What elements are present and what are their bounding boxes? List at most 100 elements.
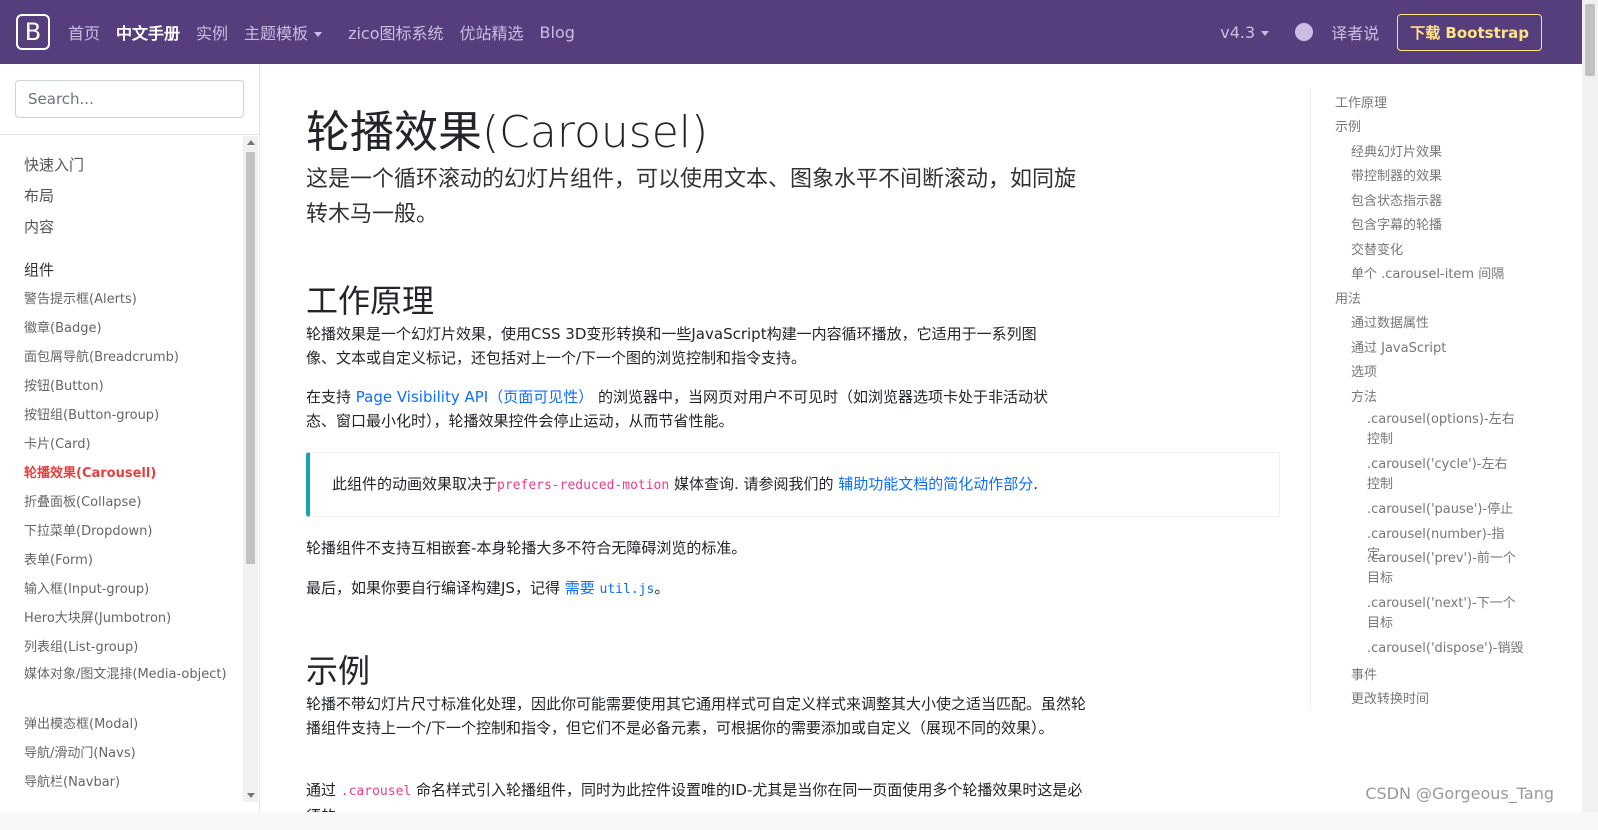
scroll-down-arrow-icon[interactable] <box>247 793 255 798</box>
sidebar-item-alerts[interactable]: 警告提示框(Alerts) <box>24 288 234 317</box>
toc-method-prev[interactable]: .carousel('prev')-前一个目标 <box>1367 549 1517 589</box>
paragraph-how-2: 在支持 Page Visibility API（页面可见性） 的浏览器中，当网页… <box>306 385 1076 433</box>
csdn-watermark: CSDN @Gorgeous_Tang <box>1365 784 1554 803</box>
nav-examples[interactable]: 实例 <box>196 20 228 44</box>
page-scrollbar-thumb[interactable] <box>1585 4 1595 76</box>
page-visibility-link[interactable]: Page Visibility API（页面可见性） <box>356 388 593 406</box>
toc-example-crossfade[interactable]: 交替变化 <box>1351 239 1403 258</box>
accessibility-link[interactable]: 辅助功能文档的简化动作部分 <box>838 475 1033 493</box>
callout-reduced-motion: 此组件的动画效果取决于prefers-reduced-motion 媒体查询. … <box>306 452 1280 517</box>
toc-usage-methods[interactable]: 方法 <box>1351 386 1377 405</box>
p6-post: 命名样式引入轮播组件，同时为此控件设置唯的ID-尤其是当你在同一页面使用多个轮播… <box>306 781 1083 812</box>
sidebar-item-collapse[interactable]: 折叠面板(Collapse) <box>24 491 234 520</box>
nav-themes-dropdown[interactable]: 主题模板 <box>244 20 323 44</box>
page-title: 轮播效果(Carousel) <box>306 107 709 158</box>
sidebar-item-navs[interactable]: 导航/滑动门(Navs) <box>24 742 234 771</box>
search-input[interactable] <box>16 81 243 117</box>
github-icon[interactable] <box>1295 23 1314 41</box>
callout-pre: 此组件的动画效果取决于 <box>332 475 498 493</box>
sidebar-group-components[interactable]: 组件 <box>24 257 234 288</box>
toc-how[interactable]: 工作原理 <box>1335 92 1387 111</box>
sidebar-item-carousel[interactable]: 轮播效果(Carousell) <box>24 462 234 491</box>
sidebar-item-button[interactable]: 按钮(Button) <box>24 375 234 404</box>
sidebar-item-list-group[interactable]: 列表组(List-group) <box>24 636 234 665</box>
toc-events[interactable]: 事件 <box>1351 664 1377 683</box>
sidebar-item-card[interactable]: 卡片(Card) <box>24 433 234 462</box>
toc-usage-options[interactable]: 选项 <box>1351 361 1377 380</box>
callout-code: prefers-reduced-motion <box>497 478 670 493</box>
sidebar-item-breadcrumb[interactable]: 面包屑导航(Breadcrumb) <box>24 346 234 375</box>
paragraph-how-1: 轮播效果是一个幻灯片效果，使用CSS 3D变形转换和一些JavaScript构建… <box>306 325 1037 367</box>
top-navbar: B 首页 中文手册 实例 主题模板 zico图标系统 优站精选 Blog v4.… <box>0 0 1598 64</box>
p6-pre: 通过 <box>306 781 341 799</box>
toc-transition[interactable]: 更改转换时间 <box>1351 688 1429 707</box>
toc-example-captions[interactable]: 包含字幕的轮播 <box>1351 214 1442 233</box>
caret-down-icon <box>1261 30 1270 36</box>
search-box <box>15 80 244 118</box>
toc-method-dispose[interactable]: .carousel('dispose')-销毁 <box>1367 639 1537 659</box>
toc-method-next[interactable]: .carousel('next')-下一个目标 <box>1367 594 1517 634</box>
docs-sidebar: 快速入门 布局 内容 组件 警告提示框(Alerts) 徽章(Badge) 面包… <box>0 64 260 830</box>
nav-home[interactable]: 首页 <box>68 20 100 44</box>
callout-post: . <box>1033 475 1039 493</box>
p4-pre: 最后，如果你要自行编译构建JS，记得 <box>306 579 565 597</box>
toc-method-cycle[interactable]: .carousel('cycle')-左右控制 <box>1367 455 1517 495</box>
nav-themes-label: 主题模板 <box>244 24 309 43</box>
toc-examples[interactable]: 示例 <box>1335 116 1361 135</box>
requires-link[interactable]: 需要 <box>565 579 595 597</box>
page-lead: 这是一个循环滚动的幻灯片组件，可以使用文本、图象水平不间断滚动，如同旋转木马一般… <box>306 167 1077 227</box>
paragraph-no-nesting: 轮播组件不支持互相嵌套-本身轮播大多不符合无障碍浏览的标准。 <box>306 539 747 557</box>
toc-example-indicators[interactable]: 包含状态指示器 <box>1351 190 1442 209</box>
p4-post: 。 <box>654 579 670 597</box>
caret-down-icon <box>314 32 323 37</box>
sidebar-item-dropdown[interactable]: 下拉菜单(Dropdown) <box>24 520 234 549</box>
paragraph-example-2: 通过 .carousel 命名样式引入轮播组件，同时为此控件设置唯的ID-尤其是… <box>306 778 1096 812</box>
sidebar-item-navbar[interactable]: 导航栏(Navbar) <box>24 771 234 800</box>
toc-method-options[interactable]: .carousel(options)-左右控制 <box>1367 410 1517 450</box>
version-label: v4.3 <box>1220 22 1256 42</box>
page-scrollbar[interactable] <box>1582 0 1598 830</box>
toc-example-classic[interactable]: 经典幻灯片效果 <box>1351 141 1442 160</box>
sidebar-group-content[interactable]: 内容 <box>24 214 234 245</box>
toc-usage-data[interactable]: 通过数据属性 <box>1351 312 1429 331</box>
sidebar-item-modal[interactable]: 弹出模态框(Modal) <box>24 713 234 742</box>
sidebar-scrollbar[interactable] <box>243 136 258 802</box>
carousel-class-code: .carousel <box>340 784 412 799</box>
p2-pre: 在支持 <box>306 388 356 406</box>
sidebar-group-layout[interactable]: 布局 <box>24 183 234 214</box>
toc-method-pause[interactable]: .carousel('pause')-停止 <box>1367 500 1517 520</box>
util-js-code[interactable]: util.js <box>600 582 655 597</box>
sidebar-item-media-object[interactable]: 媒体对象/图文混排(Media-object) <box>24 665 234 713</box>
nav-translator[interactable]: 译者说 <box>1331 20 1379 44</box>
nav-zico[interactable]: zico图标系统 <box>348 20 443 44</box>
nav-links: 首页 中文手册 实例 主题模板 zico图标系统 优站精选 Blog <box>68 0 575 64</box>
sidebar-group-getting-started[interactable]: 快速入门 <box>24 152 234 183</box>
bottom-edge <box>0 812 1598 830</box>
sidebar-item-badge[interactable]: 徽章(Badge) <box>24 317 234 346</box>
paragraph-example-1: 轮播不带幻灯片尺寸标准化处理，因此你可能需要使用其它通用样式可自定义样式来调整其… <box>306 695 1087 737</box>
sidebar-nav: 快速入门 布局 内容 组件 警告提示框(Alerts) 徽章(Badge) 面包… <box>24 152 234 800</box>
sidebar-item-jumbotron[interactable]: Hero大块屏(Jumbotron) <box>24 607 234 636</box>
table-of-contents: 工作原理 示例 经典幻灯片效果 带控制器的效果 包含状态指示器 包含字幕的轮播 … <box>1310 88 1550 708</box>
version-dropdown[interactable]: v4.3 <box>1220 22 1270 42</box>
nav-blog[interactable]: Blog <box>540 23 575 42</box>
heading-examples: 示例 <box>306 652 371 690</box>
toc-example-interval[interactable]: 单个 .carousel-item 间隔 <box>1351 263 1504 282</box>
sidebar-item-button-group[interactable]: 按钮组(Button-group) <box>24 404 234 433</box>
toc-example-controls[interactable]: 带控制器的效果 <box>1351 165 1442 184</box>
nav-right: v4.3 译者说 下载 Bootstrap <box>1220 0 1542 64</box>
paragraph-util-js: 最后，如果你要自行编译构建JS，记得 需要 util.js。 <box>306 576 1206 602</box>
sidebar-scrollbar-thumb[interactable] <box>246 152 255 564</box>
callout-mid: 媒体查询. 请参阅我们的 <box>669 475 839 493</box>
toc-usage[interactable]: 用法 <box>1335 288 1361 307</box>
nav-docs[interactable]: 中文手册 <box>116 20 180 44</box>
sidebar-item-form[interactable]: 表单(Form) <box>24 549 234 578</box>
heading-how-it-works: 工作原理 <box>306 282 435 320</box>
sidebar-divider <box>0 134 259 135</box>
download-bootstrap-button[interactable]: 下载 Bootstrap <box>1397 13 1542 51</box>
bootstrap-logo[interactable]: B <box>16 14 50 50</box>
nav-featured[interactable]: 优站精选 <box>460 20 524 44</box>
scroll-up-arrow-icon[interactable] <box>247 140 255 145</box>
sidebar-item-input-group[interactable]: 输入框(Input-group) <box>24 578 234 607</box>
toc-usage-js[interactable]: 通过 JavaScript <box>1351 337 1446 356</box>
